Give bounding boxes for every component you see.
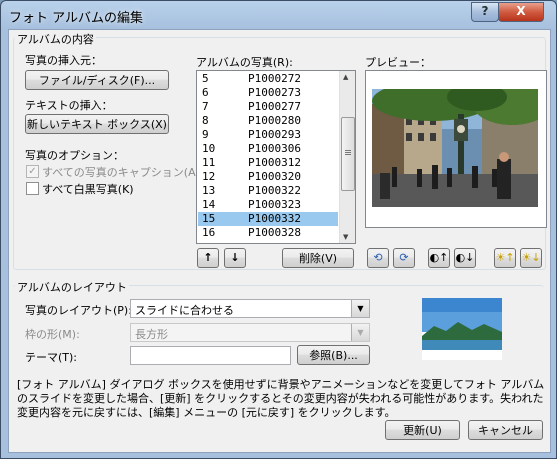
- contrast-up-button[interactable]: ◐↑: [428, 248, 450, 268]
- bw-all-checkbox[interactable]: [26, 182, 39, 195]
- list-item-name: P1000272: [248, 72, 301, 85]
- move-up-button[interactable]: ↑: [197, 248, 219, 268]
- list-item[interactable]: 5 P1000272: [198, 72, 338, 86]
- list-item[interactable]: 12 P1000320: [198, 170, 338, 184]
- rotate-left-button[interactable]: ⟲: [367, 248, 389, 268]
- move-down-button[interactable]: ↓: [224, 248, 246, 268]
- scroll-down-icon[interactable]: ▼: [343, 233, 348, 241]
- list-item-number: 16: [202, 226, 216, 239]
- list-item-number: 15: [202, 212, 216, 225]
- list-item-number: 9: [202, 128, 209, 141]
- theme-label: テーマ(T):: [25, 351, 78, 364]
- dialog-window: フォト アルバムの編集 ? X アルバムの内容 写真の挿入元： ファイル/ディス…: [0, 0, 557, 459]
- list-item[interactable]: 15 P1000332: [198, 212, 338, 226]
- brightness-down-icon: ☀↓: [521, 251, 541, 264]
- preview-label: プレビュー：: [365, 56, 431, 69]
- list-item-number: 13: [202, 184, 216, 197]
- list-item-number: 14: [202, 198, 216, 211]
- scroll-up-icon[interactable]: ▲: [343, 73, 348, 81]
- contrast-up-icon: ◐↑: [429, 251, 449, 264]
- photo-options-label: 写真のオプション：: [25, 149, 124, 162]
- insert-photo-label: 写真の挿入元：: [25, 54, 102, 67]
- window-title: フォト アルバムの編集: [9, 11, 144, 26]
- list-item[interactable]: 14 P1000323: [198, 198, 338, 212]
- rotate-left-icon: ⟲: [373, 251, 383, 264]
- list-item[interactable]: 11 P1000312: [198, 156, 338, 170]
- frame-shape-label: 枠の形(M):: [25, 328, 80, 341]
- list-item-number: 5: [202, 72, 209, 85]
- list-item[interactable]: 6 P1000273: [198, 86, 338, 100]
- photo-list-scrollbar[interactable]: ▲ ▼: [339, 71, 355, 243]
- brightness-down-button[interactable]: ☀↓: [520, 248, 542, 268]
- list-item-name: P1000322: [248, 184, 301, 197]
- list-item-name: P1000312: [248, 156, 301, 169]
- theme-input[interactable]: [130, 346, 291, 365]
- picture-layout-select[interactable]: スライドに合わせる ▼: [130, 299, 370, 318]
- list-item-name: P1000273: [248, 86, 301, 99]
- photo-listbox[interactable]: 5 P1000272 6 P1000273 7 P1000277 8 P1000280 9 P10…: [196, 70, 356, 244]
- dialog-body: アルバムの内容 写真の挿入元： ファイル/ディスク(F)... テキストの挿入：…: [8, 29, 551, 453]
- list-item-number: 12: [202, 170, 216, 183]
- picture-layout-value: スライドに合わせる: [135, 304, 234, 317]
- cancel-button[interactable]: キャンセル: [468, 420, 543, 440]
- caption-all-checkbox[interactable]: ✓: [26, 165, 39, 178]
- list-item-number: 10: [202, 142, 216, 155]
- photo-list-label: アルバムの写真(R):: [196, 56, 293, 69]
- brightness-up-button[interactable]: ☀↑: [494, 248, 516, 268]
- title-bar[interactable]: フォト アルバムの編集 ? X: [1, 1, 556, 29]
- help-button[interactable]: ?: [471, 2, 499, 22]
- list-item[interactable]: 10 P1000306: [198, 142, 338, 156]
- list-item-name: P1000323: [248, 198, 301, 211]
- list-item-name: P1000332: [248, 212, 301, 225]
- list-item-number: 8: [202, 114, 209, 127]
- list-item-name: P1000293: [248, 128, 301, 141]
- rotate-right-icon: ⟳: [399, 251, 409, 264]
- scroll-thumb[interactable]: [341, 117, 355, 191]
- move-down-icon: ↓: [230, 251, 240, 264]
- chevron-down-icon: ▼: [351, 300, 369, 317]
- contrast-down-button[interactable]: ◐↓: [454, 248, 476, 268]
- contrast-down-icon: ◐↓: [455, 251, 475, 264]
- list-item[interactable]: 7 P1000277: [198, 100, 338, 114]
- list-item-name: P1000306: [248, 142, 301, 155]
- insert-text-label: テキストの挿入：: [25, 99, 113, 112]
- update-button[interactable]: 更新(U): [385, 420, 460, 440]
- new-textbox-button[interactable]: 新しいテキスト ボックス(X): [25, 114, 169, 134]
- delete-button[interactable]: 削除(V): [282, 248, 354, 268]
- list-item-number: 7: [202, 100, 209, 113]
- list-item[interactable]: 13 P1000322: [198, 184, 338, 198]
- preview-pane: [365, 70, 547, 228]
- brightness-up-icon: ☀↑: [495, 251, 515, 264]
- album-content-heading: アルバムの内容: [15, 31, 96, 47]
- list-item[interactable]: 8 P1000280: [198, 114, 338, 128]
- frame-shape-value: 長方形: [135, 328, 168, 341]
- list-item-number: 6: [202, 86, 209, 99]
- list-item-name: P1000320: [248, 170, 301, 183]
- list-item-name: P1000328: [248, 226, 301, 239]
- layout-preview-thumbnail: [422, 298, 502, 360]
- layout-heading: アルバムのレイアウト: [15, 279, 129, 295]
- list-item-name: P1000280: [248, 114, 301, 127]
- list-item[interactable]: 9 P1000293: [198, 128, 338, 142]
- preview-photo: [372, 89, 538, 207]
- move-up-icon: ↑: [203, 251, 213, 264]
- browse-button[interactable]: 参照(B)...: [297, 345, 370, 365]
- bw-all-label: すべて白黒写真(K): [42, 183, 134, 196]
- list-item-name: P1000277: [248, 100, 301, 113]
- close-button[interactable]: X: [498, 2, 544, 22]
- chevron-down-icon: ▼: [351, 324, 369, 341]
- file-disk-button[interactable]: ファイル/ディスク(F)...: [25, 70, 169, 90]
- rotate-right-button[interactable]: ⟳: [393, 248, 415, 268]
- list-item-number: 11: [202, 156, 216, 169]
- info-text: [フォト アルバム] ダイアログ ボックスを使用せずに背景やアニメーションなどを…: [17, 378, 545, 419]
- list-item[interactable]: 16 P1000328: [198, 226, 338, 240]
- caption-all-label: すべての写真のキャプション(A): [42, 166, 200, 179]
- picture-layout-label: 写真のレイアウト(P):: [25, 304, 132, 317]
- frame-shape-select[interactable]: 長方形 ▼: [130, 323, 370, 342]
